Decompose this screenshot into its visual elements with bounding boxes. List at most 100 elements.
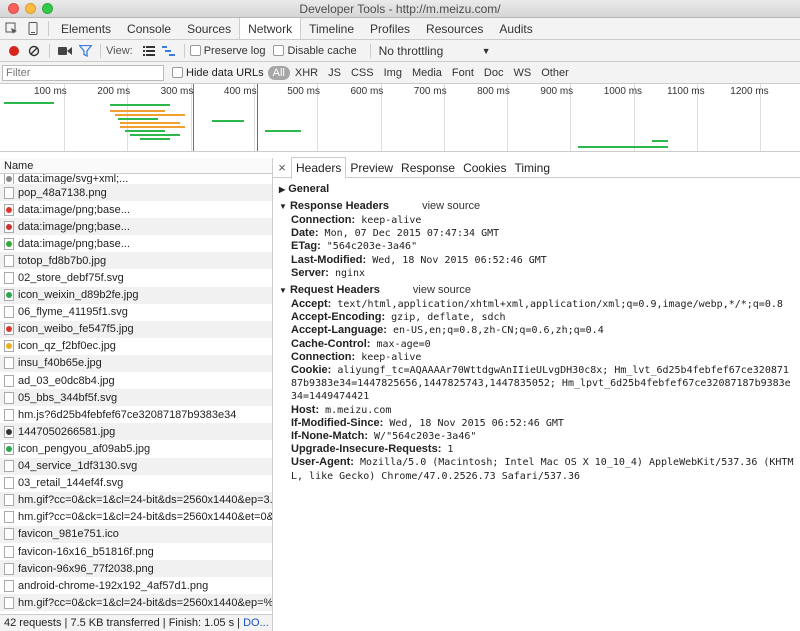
filter-type-js[interactable]: JS — [323, 67, 346, 79]
overview-event-marker — [257, 84, 258, 151]
filter-type-ws[interactable]: WS — [508, 67, 536, 79]
request-name: icon_pengyou_af09ab5.jpg — [18, 442, 151, 455]
minimize-window-button[interactable] — [25, 3, 36, 14]
close-detail-icon[interactable]: × — [273, 160, 291, 175]
overview-bar — [125, 130, 165, 132]
file-icon — [4, 237, 14, 250]
header-value: Mon, 07 Dec 2015 07:47:34 GMT — [324, 228, 500, 240]
overview-tick-label: 1000 ms — [603, 86, 643, 97]
request-view-source-link[interactable]: view source — [413, 284, 471, 296]
header-name: Server: — [291, 266, 329, 279]
file-icon — [4, 596, 14, 609]
detail-tab-preview[interactable]: Preview — [346, 158, 397, 178]
request-row[interactable]: 06_flyme_41195f1.svg — [0, 304, 272, 321]
header-value: 1 — [447, 444, 454, 456]
request-row[interactable]: pop_48a7138.png — [0, 184, 272, 202]
request-row[interactable]: totop_fd8b7b0.jpg — [0, 252, 272, 270]
request-row[interactable]: icon_qz_f2bf0ec.jpg — [0, 338, 272, 355]
request-name: android-chrome-192x192_4af57d1.png — [18, 579, 209, 592]
request-row[interactable]: favicon-16x16_b51816f.png — [0, 543, 272, 560]
filter-type-all[interactable]: All — [267, 65, 290, 80]
record-button[interactable] — [4, 41, 24, 61]
request-row[interactable]: icon_weixin_d89b2fe.jpg — [0, 286, 272, 304]
name-column-header[interactable]: Name — [0, 158, 272, 174]
request-name: 05_bbs_344bf5f.svg — [18, 391, 118, 404]
filter-toggle-button[interactable] — [75, 41, 95, 61]
filter-type-media[interactable]: Media — [407, 67, 447, 79]
request-row[interactable]: 1447050266581.jpg — [0, 423, 272, 441]
request-row[interactable]: hm.gif?cc=0&ck=1&cl=24-bit&ds=2560x1440&… — [0, 594, 272, 612]
network-overview[interactable]: 100 ms 200 ms 300 ms 400 ms 500 ms 600 ms 700 … — [0, 84, 800, 152]
request-row[interactable]: favicon_981e751.ico — [0, 525, 272, 543]
request-row[interactable]: 02_store_debf75f.svg — [0, 269, 272, 286]
header-row: Cookie: aliyungf_tc=AQAAAAr70WttdgwAnIIi… — [279, 364, 794, 404]
tab-elements[interactable]: Elements — [53, 18, 119, 39]
request-name: icon_weixin_d89b2fe.jpg — [18, 289, 139, 302]
tab-profiles[interactable]: Profiles — [362, 18, 418, 39]
request-row[interactable]: 04_service_1df3130.svg — [0, 457, 272, 475]
tab-resources[interactable]: Resources — [418, 18, 491, 39]
request-row[interactable]: android-chrome-192x192_4af57d1.png — [0, 577, 272, 594]
request-row[interactable]: favicon-96x96_77f2038.png — [0, 560, 272, 578]
filter-input[interactable] — [2, 64, 164, 81]
request-row[interactable]: data:image/png;base... — [0, 218, 272, 236]
header-row: Server: nginx — [279, 267, 794, 280]
header-row: ETag: "564c203e-3a46" — [279, 240, 794, 253]
tab-sources[interactable]: Sources — [179, 18, 239, 39]
request-row[interactable]: 05_bbs_344bf5f.svg — [0, 389, 272, 407]
tab-timeline[interactable]: Timeline — [301, 18, 362, 39]
disable-cache-checkbox[interactable]: Disable cache — [273, 45, 357, 57]
request-row[interactable]: hm.gif?cc=0&ck=1&cl=24-bit&ds=2560x1440&… — [0, 509, 272, 526]
preserve-log-checkbox[interactable]: Preserve log — [189, 45, 265, 57]
clear-button[interactable] — [24, 41, 44, 61]
file-icon — [4, 323, 14, 336]
request-row[interactable]: hm.gif?cc=0&ck=1&cl=24-bit&ds=2560x1440&… — [0, 491, 272, 509]
filter-type-doc[interactable]: Doc — [479, 67, 509, 79]
device-mode-icon[interactable] — [22, 18, 44, 39]
request-row[interactable]: icon_weibo_fe547f5.jpg — [0, 320, 272, 338]
tab-console[interactable]: Console — [119, 18, 179, 39]
request-row[interactable]: ad_03_e0dc8b4.jpg — [0, 372, 272, 389]
filter-type-img[interactable]: Img — [379, 67, 407, 79]
header-value: aliyungf_tc=AQAAAAr70WttdgwAnIIieULvgDH3… — [291, 365, 791, 403]
filter-type-xhr[interactable]: XHR — [290, 67, 323, 79]
zoom-window-button[interactable] — [42, 3, 53, 14]
filter-type-css[interactable]: CSS — [346, 67, 379, 79]
request-row[interactable]: data:image/svg+xml;... — [0, 174, 272, 184]
tab-audits[interactable]: Audits — [491, 18, 540, 39]
header-name: Connection: — [291, 214, 356, 226]
general-section[interactable]: ▶ General — [279, 182, 794, 197]
request-row[interactable]: data:image/png;base... — [0, 201, 272, 218]
detail-tab-timing[interactable]: Timing — [510, 158, 554, 178]
detail-tab-cookies[interactable]: Cookies — [459, 158, 510, 178]
hide-data-urls-checkbox[interactable]: Hide data URLs — [172, 67, 264, 79]
request-name: totop_fd8b7b0.jpg — [18, 254, 107, 267]
request-row[interactable]: icon_pengyou_af09ab5.jpg — [0, 440, 272, 457]
filter-type-font[interactable]: Font — [447, 67, 479, 79]
response-headers-section[interactable]: ▼ Response Headers view source — [279, 199, 794, 214]
file-icon — [4, 477, 14, 490]
request-row[interactable]: 03_retail_144ef4f.svg — [0, 475, 272, 492]
response-view-source-link[interactable]: view source — [422, 200, 480, 212]
tab-network[interactable]: Network — [239, 18, 302, 39]
overview-toggle-button[interactable] — [159, 41, 179, 61]
large-rows-button[interactable] — [139, 41, 159, 61]
header-row: Upgrade-Insecure-Requests: 1 — [279, 443, 794, 456]
capture-screenshots-button[interactable] — [55, 41, 75, 61]
detail-tab-response[interactable]: Response — [397, 158, 459, 178]
request-headers-section[interactable]: ▼ Request Headers view source — [279, 283, 794, 298]
header-value: Wed, 18 Nov 2015 06:52:46 GMT — [372, 254, 547, 266]
inspect-element-icon[interactable] — [0, 18, 22, 39]
header-name: Accept: — [291, 298, 332, 311]
request-name: 02_store_debf75f.svg — [18, 272, 124, 285]
detail-tab-headers[interactable]: Headers — [291, 157, 347, 179]
request-row[interactable]: data:image/png;base... — [0, 235, 272, 252]
filter-type-other[interactable]: Other — [536, 67, 574, 79]
request-row[interactable]: insu_f40b65e.jpg — [0, 354, 272, 373]
headers-view: ▶ General ▼ Response Headers view source… — [273, 178, 800, 485]
request-row[interactable]: hm.js?6d25b4febfef67ce32087187b9383e34 — [0, 406, 272, 423]
throttling-select[interactable]: No throttling ▼ — [376, 42, 494, 59]
request-name: hm.js?6d25b4febfef67ce32087187b9383e34 — [18, 408, 237, 421]
request-name: 04_service_1df3130.svg — [18, 460, 138, 473]
close-window-button[interactable] — [8, 3, 19, 14]
